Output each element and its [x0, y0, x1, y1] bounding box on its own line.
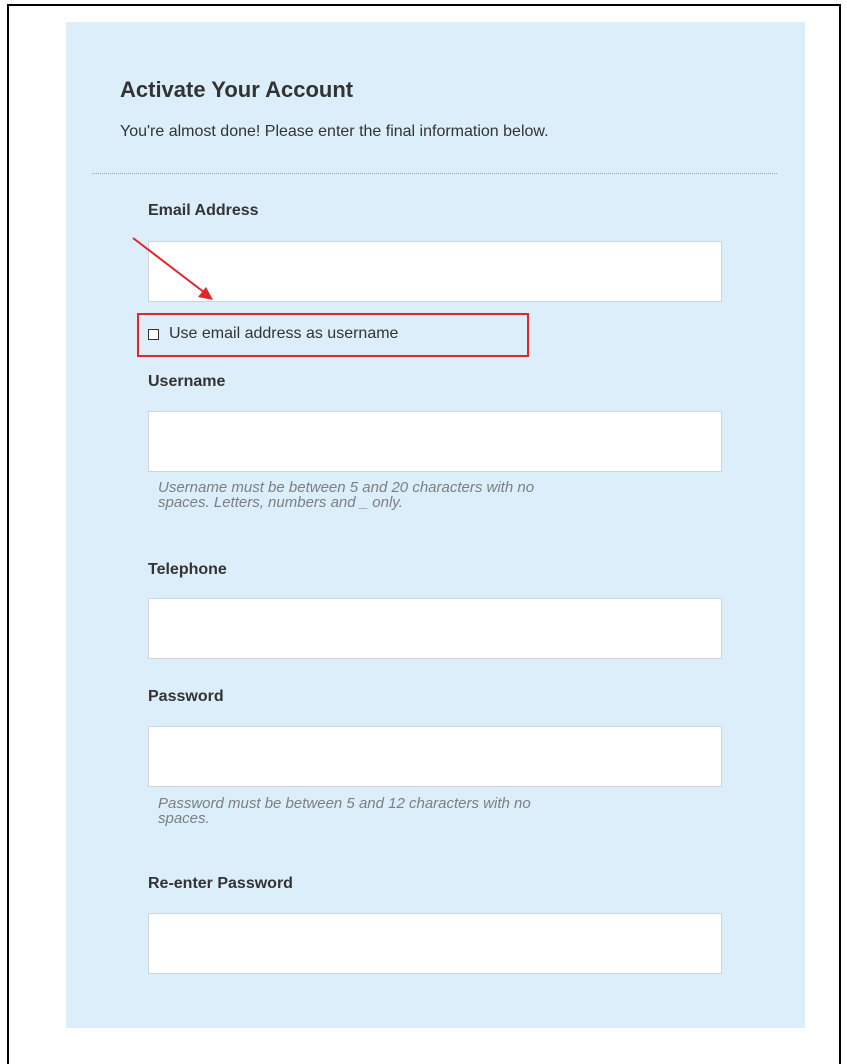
- password-help-line-2: spaces.: [158, 810, 210, 827]
- page-title: Activate Your Account: [120, 77, 354, 102]
- divider: [92, 173, 777, 174]
- username-label: Username: [148, 373, 226, 390]
- username-help-line-2: spaces. Letters, numbers and _ only.: [158, 494, 403, 511]
- reenter-password-field[interactable]: [148, 913, 722, 974]
- password-help-line-1: Password must be between 5 and 12 charac…: [158, 795, 531, 812]
- telephone-field[interactable]: [148, 598, 722, 659]
- reenter-password-label: Re-enter Password: [148, 875, 293, 892]
- username-field[interactable]: [148, 411, 722, 472]
- password-field[interactable]: [148, 726, 722, 787]
- telephone-label: Telephone: [148, 561, 227, 578]
- username-help-text: Username must be between 5 and 20 charac…: [158, 480, 718, 510]
- password-help-text: Password must be between 5 and 12 charac…: [158, 796, 718, 826]
- page-subtitle: You're almost done! Please enter the fin…: [120, 123, 549, 140]
- username-help-line-1: Username must be between 5 and 20 charac…: [158, 479, 535, 496]
- email-field[interactable]: [148, 241, 722, 302]
- password-label: Password: [148, 688, 224, 705]
- email-label: Email Address: [148, 202, 259, 219]
- annotation-highlight-box: [137, 313, 529, 357]
